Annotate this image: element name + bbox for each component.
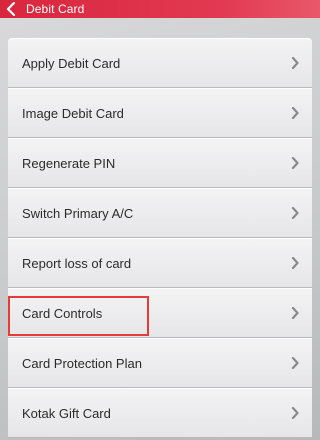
menu-item-label: Card Controls (22, 305, 103, 321)
menu-item-label: Report loss of card (22, 255, 132, 271)
chevron-right-icon (290, 356, 300, 370)
menu-item-label: Switch Primary A/C (22, 205, 134, 221)
chevron-right-icon (290, 256, 300, 270)
chevron-left-icon (6, 2, 16, 16)
menu-item-card-controls[interactable]: Card Controls (8, 288, 312, 338)
chevron-right-icon (290, 106, 300, 120)
debit-card-menu: Apply Debit Card Image Debit Card Regene… (8, 38, 312, 438)
menu-item-report-loss-of-card[interactable]: Report loss of card (8, 238, 312, 288)
app-header: Debit Card (0, 0, 320, 18)
page-title: Debit Card (26, 2, 85, 16)
chevron-right-icon (290, 156, 300, 170)
chevron-right-icon (290, 406, 300, 420)
back-button[interactable] (2, 0, 20, 18)
menu-item-image-debit-card[interactable]: Image Debit Card (8, 88, 312, 138)
menu-item-card-protection-plan[interactable]: Card Protection Plan (8, 338, 312, 388)
menu-item-label: Kotak Gift Card (22, 405, 111, 421)
menu-item-label: Card Protection Plan (22, 355, 142, 371)
menu-item-label: Regenerate PIN (22, 155, 116, 171)
menu-item-label: Apply Debit Card (22, 55, 121, 71)
chevron-right-icon (290, 56, 300, 70)
menu-item-switch-primary-ac[interactable]: Switch Primary A/C (8, 188, 312, 238)
menu-item-regenerate-pin[interactable]: Regenerate PIN (8, 138, 312, 188)
chevron-right-icon (290, 306, 300, 320)
chevron-right-icon (290, 206, 300, 220)
menu-item-label: Image Debit Card (22, 105, 124, 121)
menu-item-apply-debit-card[interactable]: Apply Debit Card (8, 38, 312, 88)
menu-item-kotak-gift-card[interactable]: Kotak Gift Card (8, 388, 312, 438)
